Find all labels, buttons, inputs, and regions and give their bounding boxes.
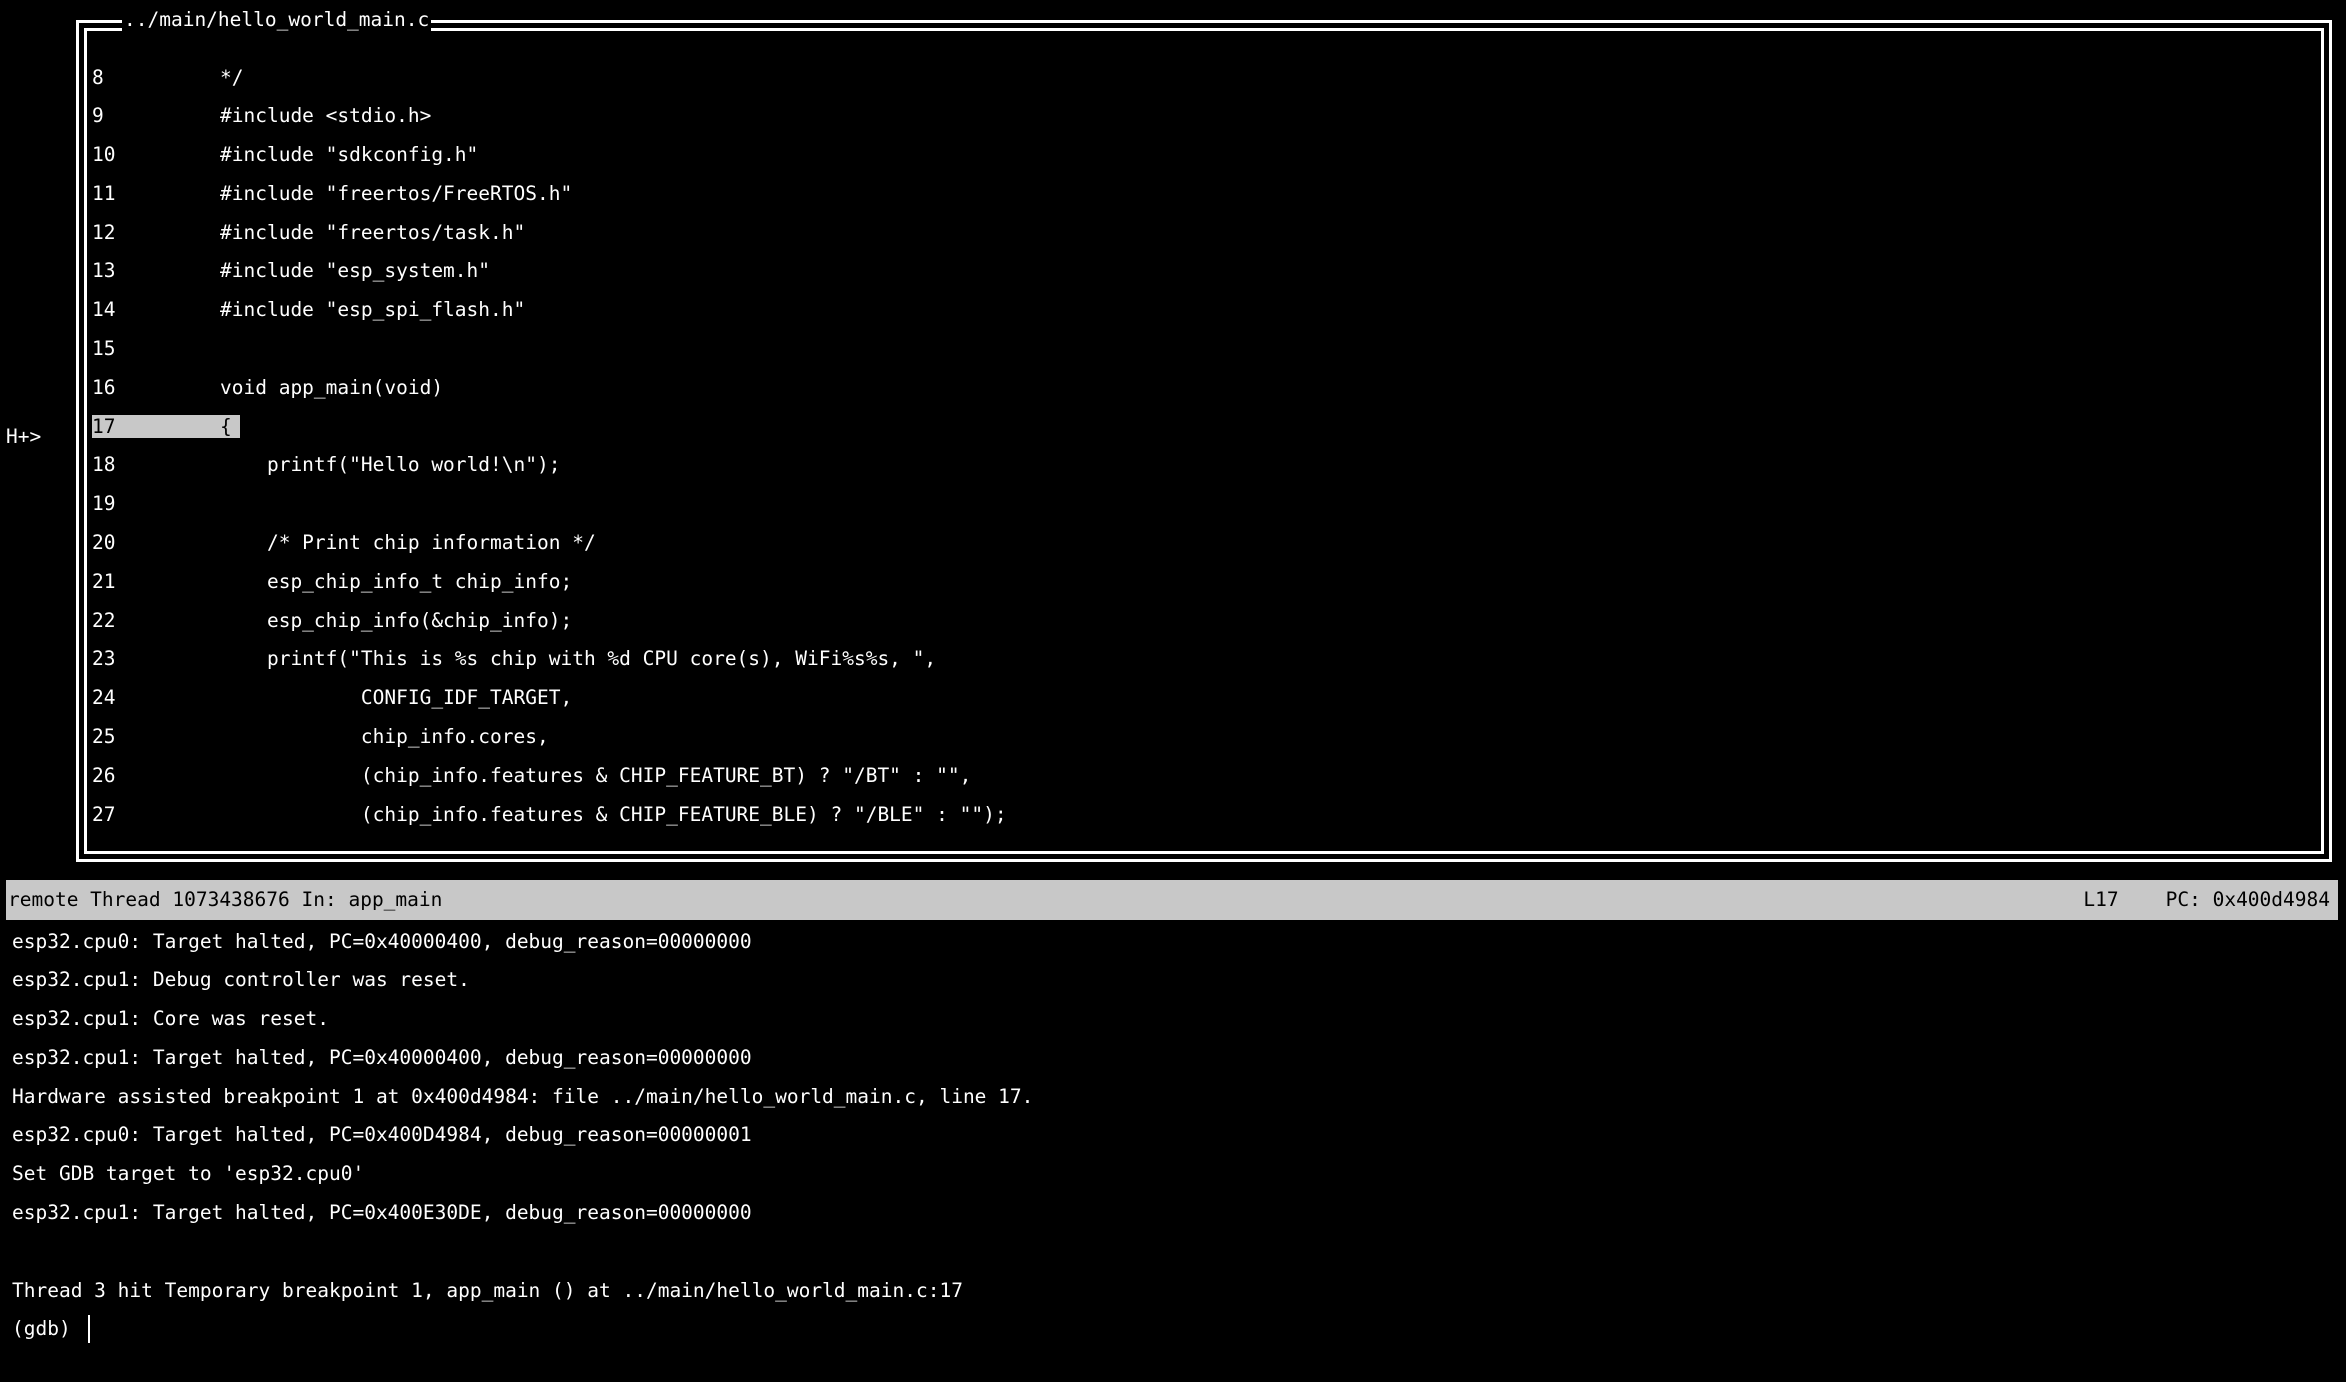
source-code: #include "freertos/task.h" xyxy=(220,221,525,245)
line-number: 12 xyxy=(92,221,220,245)
console-line: esp32.cpu0: Target halted, PC=0x40000400… xyxy=(12,922,1033,961)
source-line: 11#include "freertos/FreeRTOS.h" xyxy=(92,174,1007,213)
line-number: 25 xyxy=(92,725,220,749)
source-line: 13#include "esp_system.h" xyxy=(92,252,1007,291)
source-code: #include "sdkconfig.h" xyxy=(220,143,478,167)
source-pane[interactable]: 8*/9#include <stdio.h>10#include "sdkcon… xyxy=(92,58,1007,834)
status-thread-info: remote Thread 1073438676 In: app_main xyxy=(8,888,2013,912)
source-code: printf("Hello world!\n"); xyxy=(220,453,560,477)
console-line: esp32.cpu1: Target halted, PC=0x40000400… xyxy=(12,1038,1033,1077)
line-number: 24 xyxy=(92,686,220,710)
status-line-number: L17 xyxy=(2083,888,2118,911)
line-number: 20 xyxy=(92,531,220,555)
source-line: 15 xyxy=(92,330,1007,369)
console-line: esp32.cpu0: Target halted, PC=0x400D4984… xyxy=(12,1116,1033,1155)
line-number: 27 xyxy=(92,803,220,827)
console-line: esp32.cpu1: Target halted, PC=0x400E30DE… xyxy=(12,1194,1033,1233)
source-code: printf("This is %s chip with %d CPU core… xyxy=(220,647,936,671)
line-number: 15 xyxy=(92,337,220,361)
line-number: 10 xyxy=(92,143,220,167)
source-code-highlighted: { xyxy=(220,415,240,439)
source-line: 8*/ xyxy=(92,58,1007,97)
source-code: /* Print chip information */ xyxy=(220,531,596,555)
source-code: CONFIG_IDF_TARGET, xyxy=(220,686,572,710)
source-line: 21 esp_chip_info_t chip_info; xyxy=(92,562,1007,601)
source-line: 20 /* Print chip information */ xyxy=(92,524,1007,563)
status-pc: PC: 0x400d4984 xyxy=(2166,888,2330,911)
source-line: 22 esp_chip_info(&chip_info); xyxy=(92,601,1007,640)
line-number: 8 xyxy=(92,66,220,90)
source-line: 23 printf("This is %s chip with %d CPU c… xyxy=(92,640,1007,679)
status-line-pc: L17 PC: 0x400d4984 xyxy=(2013,864,2336,935)
console-line: esp32.cpu1: Core was reset. xyxy=(12,1000,1033,1039)
line-number: 16 xyxy=(92,376,220,400)
source-line: 18 printf("Hello world!\n"); xyxy=(92,446,1007,485)
source-file-title: ../main/hello_world_main.c xyxy=(122,8,431,32)
line-number: 11 xyxy=(92,182,220,206)
line-number: 22 xyxy=(92,609,220,633)
line-number: 26 xyxy=(92,764,220,788)
breakpoint-marker: H+> xyxy=(6,425,41,449)
console-line xyxy=(12,1232,1033,1271)
source-code: (chip_info.features & CHIP_FEATURE_BLE) … xyxy=(220,803,1007,827)
line-number: 13 xyxy=(92,259,220,283)
console-line: Hardware assisted breakpoint 1 at 0x400d… xyxy=(12,1077,1033,1116)
gdb-console[interactable]: esp32.cpu0: Target halted, PC=0x40000400… xyxy=(12,922,1033,1349)
line-number: 9 xyxy=(92,104,220,128)
source-code: #include "esp_system.h" xyxy=(220,259,490,283)
source-code: #include "freertos/FreeRTOS.h" xyxy=(220,182,572,206)
source-code: esp_chip_info(&chip_info); xyxy=(220,609,572,633)
prompt-text: (gdb) xyxy=(12,1317,82,1341)
status-bar: remote Thread 1073438676 In: app_main L1… xyxy=(6,880,2338,920)
source-line: 10#include "sdkconfig.h" xyxy=(92,136,1007,175)
source-code: */ xyxy=(220,66,243,90)
console-line: esp32.cpu1: Debug controller was reset. xyxy=(12,961,1033,1000)
source-line: 25 chip_info.cores, xyxy=(92,718,1007,757)
line-number: 19 xyxy=(92,492,220,516)
source-code: #include "esp_spi_flash.h" xyxy=(220,298,525,322)
source-line: 12#include "freertos/task.h" xyxy=(92,213,1007,252)
source-code: #include <stdio.h> xyxy=(220,104,431,128)
source-line: 16void app_main(void) xyxy=(92,368,1007,407)
source-line: 26 (chip_info.features & CHIP_FEATURE_BT… xyxy=(92,756,1007,795)
line-number: 21 xyxy=(92,570,220,594)
source-line: 9#include <stdio.h> xyxy=(92,97,1007,136)
cursor xyxy=(88,1315,90,1343)
console-line: Set GDB target to 'esp32.cpu0' xyxy=(12,1155,1033,1194)
console-line: Thread 3 hit Temporary breakpoint 1, app… xyxy=(12,1271,1033,1310)
line-number: 14 xyxy=(92,298,220,322)
line-number: 17 xyxy=(92,415,220,439)
source-code: esp_chip_info_t chip_info; xyxy=(220,570,572,594)
source-line: 19 xyxy=(92,485,1007,524)
source-code: void app_main(void) xyxy=(220,376,443,400)
source-line: 14#include "esp_spi_flash.h" xyxy=(92,291,1007,330)
source-line: 17{ xyxy=(92,407,1007,446)
line-number: 18 xyxy=(92,453,220,477)
source-line: 24 CONFIG_IDF_TARGET, xyxy=(92,679,1007,718)
source-code: (chip_info.features & CHIP_FEATURE_BT) ?… xyxy=(220,764,971,788)
gdb-prompt[interactable]: (gdb) xyxy=(12,1310,1033,1349)
line-number: 23 xyxy=(92,647,220,671)
source-code: chip_info.cores, xyxy=(220,725,549,749)
source-line: 27 (chip_info.features & CHIP_FEATURE_BL… xyxy=(92,795,1007,834)
